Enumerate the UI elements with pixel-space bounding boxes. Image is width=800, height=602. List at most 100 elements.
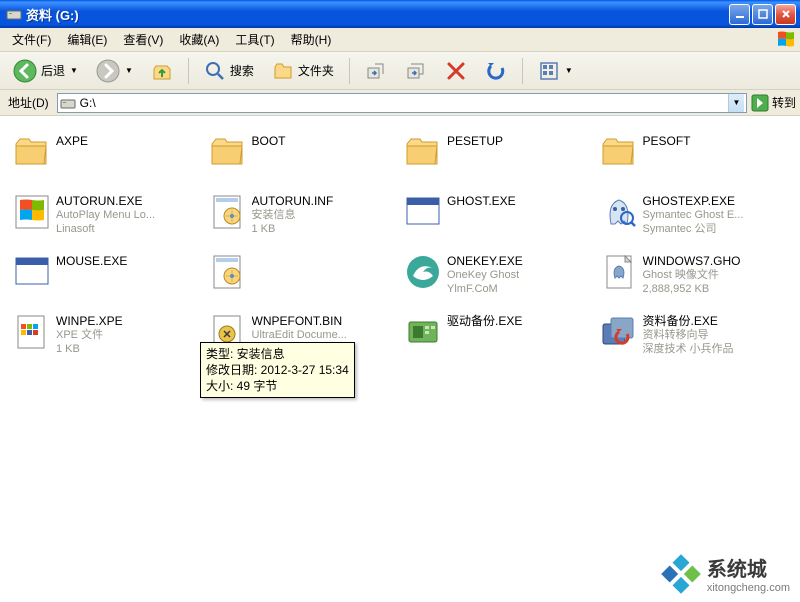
file-meta: 资料备份.EXE 资料转移向导 深度技术 小兵作品 [643,314,734,356]
move-to-button[interactable] [358,56,394,86]
up-button[interactable] [144,56,180,86]
file-item[interactable]: GHOSTEXP.EXE Symantec Ghost E... Symante… [601,194,787,240]
chevron-down-icon: ▼ [125,66,133,75]
app-icon [405,194,441,230]
delete-button[interactable] [438,56,474,86]
watermark-name: 系统城 [707,553,790,582]
file-name: AUTORUN.INF [252,194,334,208]
file-name: WINPE.XPE [56,314,123,328]
file-meta: 驱动备份.EXE [447,314,522,328]
minimize-button[interactable] [729,4,750,25]
file-name: GHOSTEXP.EXE [643,194,744,208]
file-item[interactable]: GHOST.EXE [405,194,591,240]
file-name: 资料备份.EXE [643,314,734,328]
file-name: PESETUP [447,134,503,148]
go-button[interactable]: 转到 [751,94,796,112]
file-sub1: 安装信息 [252,208,334,222]
file-meta: WINDOWS7.GHO Ghost 映像文件 2,888,952 KB [643,254,741,296]
drive-icon [6,6,22,22]
file-item[interactable]: BOOT [210,134,396,180]
copy-to-button[interactable] [398,56,434,86]
file-sub1: XPE 文件 [56,328,123,342]
file-meta: AXPE [56,134,88,148]
forward-button[interactable]: ▼ [89,55,140,87]
file-item[interactable]: PESETUP [405,134,591,180]
address-bar: 地址(D) G:\ ▼ 转到 [0,90,800,116]
file-sub2: YlmF.CoM [447,282,523,296]
watermark: 系统城 xitongcheng.com [661,553,790,594]
separator [349,58,350,84]
tooltip-line: 大小: 49 字节 [206,378,349,394]
drive-icon [60,95,76,111]
file-sub2: 1 KB [252,222,334,236]
file-item[interactable]: MOUSE.EXE [14,254,200,300]
winlogo-icon [14,194,50,230]
menu-view[interactable]: 查看(V) [115,28,171,51]
menu-help[interactable]: 帮助(H) [283,28,340,51]
address-dropdown[interactable]: ▼ [728,94,744,112]
chevron-down-icon: ▼ [70,66,78,75]
folder-icon [601,134,637,170]
gho-icon [601,254,637,290]
separator [522,58,523,84]
file-sub1: AutoPlay Menu Lo... [56,208,155,222]
file-item[interactable]: AXPE [14,134,200,180]
maximize-button[interactable] [752,4,773,25]
file-item[interactable]: ONEKEY.EXE OneKey Ghost YlmF.CoM [405,254,591,300]
folder-icon [14,134,50,170]
file-meta: ONEKEY.EXE OneKey Ghost YlmF.CoM [447,254,523,296]
chevron-down-icon: ▼ [565,66,573,75]
file-item[interactable]: WINPE.XPE XPE 文件 1 KB [14,314,200,360]
address-combo[interactable]: G:\ ▼ [57,93,747,113]
search-button[interactable]: 搜索 [197,56,261,86]
menu-favorites[interactable]: 收藏(A) [171,28,227,51]
tooltip: 类型: 安装信息 修改日期: 2012-3-27 15:34 大小: 49 字节 [200,342,355,398]
titlebar: 资料 (G:) [0,0,800,28]
folders-button[interactable]: 文件夹 [265,56,341,86]
go-label: 转到 [772,94,796,111]
search-label: 搜索 [230,62,254,79]
views-button[interactable]: ▼ [531,56,580,86]
file-name: WINDOWS7.GHO [643,254,741,268]
menu-tools[interactable]: 工具(T) [227,28,282,51]
file-name: AUTORUN.EXE [56,194,155,208]
windows-flag-icon [776,30,796,50]
toolbar: 后退 ▼ ▼ 搜索 文件夹 ▼ [0,52,800,90]
file-meta: WINPE.XPE XPE 文件 1 KB [56,314,123,356]
address-label: 地址(D) [4,94,53,111]
menu-edit[interactable]: 编辑(E) [59,28,115,51]
file-view: AXPE BOOT PESETUP PESOFT AUTORUN.EXE Aut… [0,116,800,602]
file-sub2: Linasoft [56,222,155,236]
file-sub2: 深度技术 小兵作品 [643,342,734,356]
file-item[interactable] [210,254,396,300]
window-controls [729,4,796,25]
tooltip-line: 修改日期: 2012-3-27 15:34 [206,362,349,378]
file-sub1: OneKey Ghost [447,268,523,282]
file-item[interactable]: 资料备份.EXE 资料转移向导 深度技术 小兵作品 [601,314,787,360]
back-label: 后退 [41,62,65,79]
watermark-logo-icon [661,554,701,594]
close-button[interactable] [775,4,796,25]
file-meta: AUTORUN.EXE AutoPlay Menu Lo... Linasoft [56,194,155,236]
file-item[interactable]: 驱动备份.EXE [405,314,591,360]
undo-button[interactable] [478,56,514,86]
file-name: PESOFT [643,134,691,148]
file-item[interactable]: PESOFT [601,134,787,180]
file-sub2: Symantec 公司 [643,222,744,236]
file-sub1: UltraEdit Docume... [252,328,347,342]
file-name: MOUSE.EXE [56,254,127,268]
file-name: AXPE [56,134,88,148]
back-button[interactable]: 后退 ▼ [6,55,85,87]
separator [188,58,189,84]
file-meta: AUTORUN.INF 安装信息 1 KB [252,194,334,236]
file-item[interactable]: AUTORUN.EXE AutoPlay Menu Lo... Linasoft [14,194,200,240]
file-meta: MOUSE.EXE [56,254,127,268]
tooltip-line: 类型: 安装信息 [206,346,349,362]
file-sub2: 2,888,952 KB [643,282,741,296]
file-meta: GHOST.EXE [447,194,516,208]
file-item[interactable]: AUTORUN.INF 安装信息 1 KB [210,194,396,240]
menu-file[interactable]: 文件(F) [4,28,59,51]
file-item[interactable]: WINDOWS7.GHO Ghost 映像文件 2,888,952 KB [601,254,787,300]
file-name: ONEKEY.EXE [447,254,523,268]
file-meta: PESETUP [447,134,503,148]
